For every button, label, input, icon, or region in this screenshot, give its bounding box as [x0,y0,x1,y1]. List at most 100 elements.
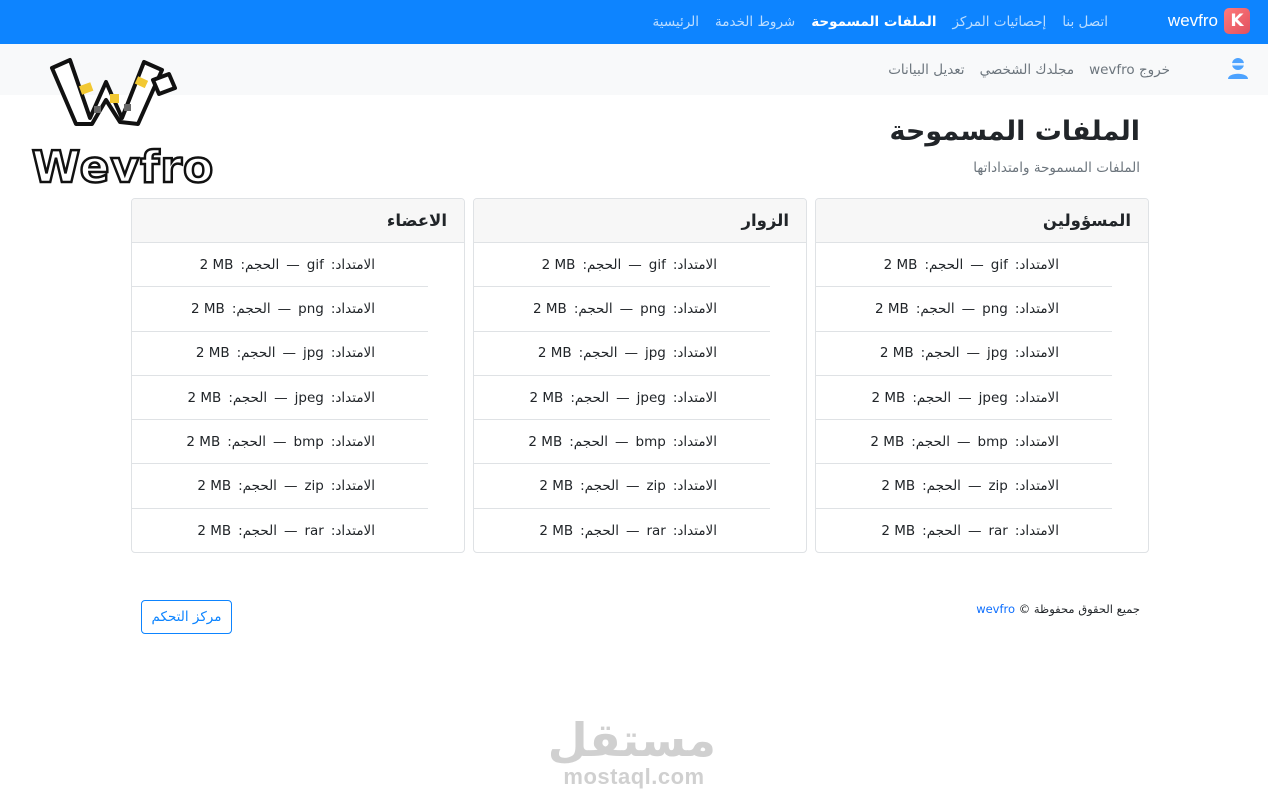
ext-label: الامتداد: [1014,256,1059,273]
file-rule: الامتداد: png — الحجم: 2 MB [533,301,717,317]
size-value: 2 MB [186,433,221,450]
page-title: الملفات المسموحة [889,116,1140,147]
file-rule: الامتداد: rar — الحجم: 2 MB [197,523,375,539]
file-rule: الامتداد: jpg — الحجم: 2 MB [538,345,717,361]
edit-profile-link[interactable]: تعديل البيانات [888,62,964,78]
size-value: 2 MB [871,389,906,406]
file-rule: الامتداد: zip — الحجم: 2 MB [197,478,375,494]
w-logo-icon [50,58,177,126]
ext-label: الامتداد: [1014,345,1059,362]
separator: — [283,478,298,495]
card-header: الزوار [474,199,806,243]
nav-contact[interactable]: اتصل بنا [1062,14,1108,30]
file-rule: الامتداد: gif — الحجم: 2 MB [542,257,717,273]
ext-label: الامتداد: [672,522,717,539]
list-item: الامتداد: jpeg — الحجم: 2 MB [816,376,1112,421]
file-rule: الامتداد: bmp — الحجم: 2 MB [528,434,717,450]
ext-value: jpeg [978,389,1008,406]
file-rule: الامتداد: rar — الحجم: 2 MB [539,523,717,539]
ext-label: الامتداد: [330,389,375,406]
card-title: المسؤولين [1042,211,1131,230]
ext-label: الامتداد: [330,300,375,317]
size-value: 2 MB [881,522,916,539]
ext-value: rar [646,522,666,539]
site-logo[interactable]: Wevfro [28,46,218,196]
ext-value: bmp [293,433,324,450]
ext-label: الامتداد: [330,256,375,273]
control-panel-button[interactable]: مركز التحكم [141,600,232,634]
file-rule: الامتداد: zip — الحجم: 2 MB [881,478,1059,494]
ext-label: الامتداد: [330,522,375,539]
separator: — [283,522,298,539]
watermark-arabic: مستقل [547,713,716,767]
list-item: الامتداد: jpg — الحجم: 2 MB [816,332,1112,376]
card-title: الاعضاء [386,211,447,230]
size-label: الحجم: [227,433,267,450]
size-value: 2 MB [537,345,572,362]
size-value: 2 MB [539,478,574,495]
ext-value: zip [304,478,324,495]
list-item: الامتداد: gif — الحجم: 2 MB [132,243,428,288]
list-item: الامتداد: jpeg — الحجم: 2 MB [474,376,770,421]
personal-folder-link[interactable]: مجلدك الشخصي [980,62,1075,78]
list-item: الامتداد: jpg — الحجم: 2 MB [132,332,428,376]
ext-label: الامتداد: [1014,300,1059,317]
logout-link[interactable]: خروج wevfro [1089,62,1170,78]
brand-name[interactable]: wevfro [1168,11,1218,31]
user-icon[interactable] [1226,56,1250,80]
size-label: الحجم: [920,345,960,362]
separator: — [958,389,972,406]
nav-terms[interactable]: شروط الخدمة [715,14,795,30]
size-label: الحجم: [569,433,609,450]
file-rule: الامتداد: zip — الحجم: 2 MB [539,478,717,494]
size-label: الحجم: [922,478,961,495]
file-list: الامتداد: gif — الحجم: 2 MB الامتداد: png — الحج… [132,243,464,552]
size-label: الحجم: [578,345,618,362]
separator: — [628,256,642,273]
list-item: الامتداد: bmp — الحجم: 2 MB [474,420,770,465]
nav-home[interactable]: الرئيسية [653,14,700,30]
brand-logo-icon[interactable]: K [1224,8,1250,34]
list-item: الامتداد: rar — الحجم: 2 MB [816,509,1112,552]
size-value: 2 MB [539,522,574,539]
file-rule: الامتداد: gif — الحجم: 2 MB [884,257,1059,273]
separator: — [277,300,292,317]
file-rule: الامتداد: png — الحجم: 2 MB [191,301,375,317]
ext-value: jpg [644,345,666,362]
brand[interactable]: wevfro K [1168,8,1250,34]
ext-value: png [640,300,666,317]
size-value: 2 MB [870,433,905,450]
nav-stats[interactable]: إحصائيات المركز [952,14,1046,30]
list-item: الامتداد: gif — الحجم: 2 MB [474,243,770,288]
file-rule: الامتداد: bmp — الحجم: 2 MB [186,434,375,450]
size-label: الحجم: [915,300,955,317]
file-rule: الامتداد: png — الحجم: 2 MB [875,301,1059,317]
list-item: الامتداد: bmp — الحجم: 2 MB [816,420,1112,465]
ext-value: jpg [302,345,324,362]
size-label: الحجم: [582,256,622,273]
file-rule: الامتداد: jpeg — الحجم: 2 MB [872,390,1059,406]
copyright: جميع الحقوق محفوظة © wevfro [976,602,1140,616]
ext-value: png [298,300,324,317]
size-value: 2 MB [533,300,567,317]
list-item: الامتداد: zip — الحجم: 2 MB [132,464,428,509]
ext-label: الامتداد: [672,478,717,495]
main-nav: الرئيسية شروط الخدمة الملفات المسموحة إح… [653,0,1108,44]
separator: — [282,345,296,362]
card-title: الزوار [741,211,789,230]
ext-value: jpeg [636,389,666,406]
card-visitors: الزوار الامتداد: gif — الحجم: 2 MB الامتداد: p… [473,198,807,553]
top-navbar: wevfro K الرئيسية شروط الخدمة الملفات ال… [0,0,1268,44]
list-item: الامتداد: zip — الحجم: 2 MB [474,464,770,509]
ext-label: الامتداد: [330,478,375,495]
ext-value: zip [988,478,1008,495]
ext-label: الامتداد: [1014,478,1059,495]
ext-label: الامتداد: [672,389,717,406]
ext-label: الامتداد: [672,433,717,450]
list-item: الامتداد: rar — الحجم: 2 MB [132,509,428,552]
ext-value: gif [990,256,1008,273]
separator: — [961,300,976,317]
copyright-link[interactable]: wevfro [976,602,1015,616]
separator: — [966,345,980,362]
nav-allowed-files[interactable]: الملفات المسموحة [811,14,936,30]
